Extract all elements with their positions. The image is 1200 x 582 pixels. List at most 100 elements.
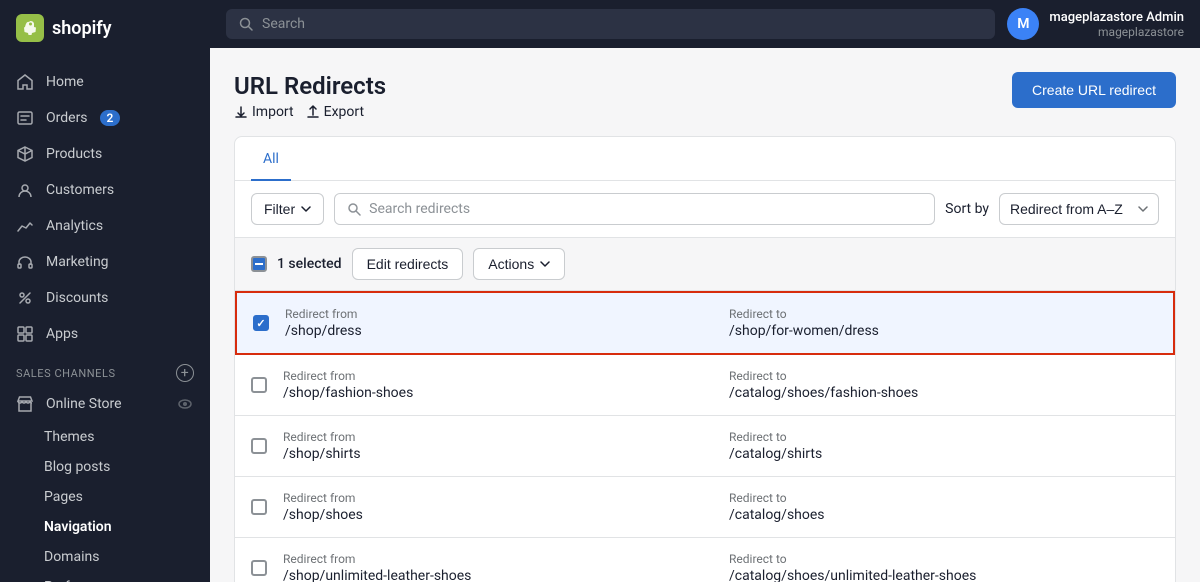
navigation-label: Navigation <box>44 519 112 535</box>
redirect-from-info-1: Redirect from /shop/dress <box>285 307 713 339</box>
search-redirects-placeholder: Search redirects <box>369 201 470 217</box>
sales-channels-label: SALES CHANNELS <box>16 367 116 380</box>
edit-redirects-button[interactable]: Edit redirects <box>352 248 464 280</box>
sidebar-item-orders-label: Orders <box>46 110 88 126</box>
sidebar-subitem-domains[interactable]: Domains <box>0 542 210 572</box>
sidebar-item-apps-label: Apps <box>46 326 78 342</box>
sidebar-item-apps[interactable]: Apps <box>0 316 210 352</box>
row-checkbox-1[interactable] <box>253 315 269 331</box>
page-content: URL Redirects Import Export <box>210 48 1200 582</box>
sidebar-item-analytics[interactable]: Analytics <box>0 208 210 244</box>
analytics-icon <box>16 217 34 235</box>
sidebar-item-discounts[interactable]: Discounts <box>0 280 210 316</box>
sidebar-subitem-pages[interactable]: Pages <box>0 482 210 512</box>
row-checkbox-4[interactable] <box>251 499 267 515</box>
add-sales-channel-btn[interactable]: + <box>176 364 194 382</box>
sidebar-subitem-themes[interactable]: Themes <box>0 422 210 452</box>
redirect-row-1[interactable]: Redirect from /shop/dress Redirect to /s… <box>237 293 1173 353</box>
redirect-to-info-4: Redirect to /catalog/shoes <box>729 491 1159 523</box>
redirect-to-info-3: Redirect to /catalog/shirts <box>729 430 1159 462</box>
export-label: Export <box>324 104 364 120</box>
search-bar[interactable]: Search <box>226 9 995 39</box>
sidebar-item-orders[interactable]: Orders 2 <box>0 100 210 136</box>
redirect-to-info-1: Redirect to /shop/for-women/dress <box>729 307 1157 339</box>
deselect-all-checkbox[interactable] <box>251 256 267 272</box>
apps-icon <box>16 325 34 343</box>
redirect-to-label-5: Redirect to <box>729 552 1159 566</box>
redirect-from-path-1: /shop/dress <box>285 323 713 339</box>
themes-label: Themes <box>44 429 94 445</box>
export-link[interactable]: Export <box>306 104 364 120</box>
sidebar-subitem-preferences[interactable]: Preferences <box>0 572 210 582</box>
user-name: mageplazastore Admin <box>1049 10 1184 25</box>
redirect-from-info-5: Redirect from /shop/unlimited-leather-sh… <box>283 552 713 582</box>
row-checkbox-3[interactable] <box>251 438 267 454</box>
redirect-row-2[interactable]: Redirect from /shop/fashion-shoes Redire… <box>235 355 1175 416</box>
sidebar-item-customers[interactable]: Customers <box>0 172 210 208</box>
online-store-label: Online Store <box>46 396 122 412</box>
sidebar-item-online-store[interactable]: Online Store <box>0 386 210 422</box>
sidebar-item-customers-label: Customers <box>46 182 114 198</box>
blog-posts-label: Blog posts <box>44 459 110 475</box>
redirect-to-info-2: Redirect to /catalog/shoes/fashion-shoes <box>729 369 1159 401</box>
selection-row: 1 selected Edit redirects Actions <box>235 238 1175 291</box>
sidebar-subitem-navigation[interactable]: Navigation <box>0 512 210 542</box>
online-store-view-icon[interactable] <box>176 395 194 413</box>
redirect-from-info-3: Redirect from /shop/shirts <box>283 430 713 462</box>
topbar: Search M mageplazastore Admin mageplazas… <box>210 0 1200 48</box>
redirect-row-5[interactable]: Redirect from /shop/unlimited-leather-sh… <box>235 538 1175 582</box>
sidebar-item-discounts-label: Discounts <box>46 290 108 306</box>
filter-row: Filter Search redirects Sort by Redirect… <box>235 181 1175 238</box>
redirect-from-path-2: /shop/fashion-shoes <box>283 385 713 401</box>
filter-label: Filter <box>264 201 295 217</box>
sort-select[interactable]: Redirect from A–Z <box>999 193 1159 225</box>
search-icon <box>238 16 254 32</box>
actions-label: Actions <box>488 256 534 272</box>
sidebar-item-home-label: Home <box>46 74 84 90</box>
orders-icon <box>16 109 34 127</box>
page-header: URL Redirects Import Export <box>234 72 1176 120</box>
redirect-row-3[interactable]: Redirect from /shop/shirts Redirect to /… <box>235 416 1175 477</box>
create-url-redirect-button[interactable]: Create URL redirect <box>1012 72 1176 108</box>
row-checkbox-2[interactable] <box>251 377 267 393</box>
redirect-from-info-2: Redirect from /shop/fashion-shoes <box>283 369 713 401</box>
tab-all[interactable]: All <box>251 137 291 181</box>
row-checkbox-5[interactable] <box>251 560 267 576</box>
sidebar-item-marketing-label: Marketing <box>46 254 109 270</box>
redirect-to-label-3: Redirect to <box>729 430 1159 444</box>
redirect-to-label-4: Redirect to <box>729 491 1159 505</box>
sidebar-item-products[interactable]: Products <box>0 136 210 172</box>
redirect-row-4[interactable]: Redirect from /shop/shoes Redirect to /c… <box>235 477 1175 538</box>
redirect-to-path-4: /catalog/shoes <box>729 507 1159 523</box>
redirect-from-path-3: /shop/shirts <box>283 446 713 462</box>
filter-button[interactable]: Filter <box>251 193 324 225</box>
sidebar-item-marketing[interactable]: Marketing <box>0 244 210 280</box>
import-icon <box>234 105 248 119</box>
redirect-from-label-1: Redirect from <box>285 307 713 321</box>
redirects-card: All Filter Search redirects Sor <box>234 136 1176 582</box>
user-text: mageplazastore Admin mageplazastore <box>1049 10 1184 39</box>
search-redirects-input[interactable]: Search redirects <box>334 193 935 225</box>
customers-icon <box>16 181 34 199</box>
redirect-to-path-1: /shop/for-women/dress <box>729 323 1157 339</box>
sales-channels-section: SALES CHANNELS + <box>0 352 210 386</box>
shopify-logo-icon <box>16 14 44 42</box>
shopify-logo-text: shopify <box>52 18 112 39</box>
tabs: All <box>235 137 1175 181</box>
redirect-to-label-2: Redirect to <box>729 369 1159 383</box>
main-content: Search M mageplazastore Admin mageplazas… <box>210 0 1200 582</box>
actions-chevron-icon <box>540 261 550 267</box>
redirect-from-path-4: /shop/shoes <box>283 507 713 523</box>
sort-label: Sort by <box>945 201 989 217</box>
redirect-from-info-4: Redirect from /shop/shoes <box>283 491 713 523</box>
shopify-logo[interactable]: shopify <box>16 14 112 42</box>
redirect-from-path-5: /shop/unlimited-leather-shoes <box>283 568 713 582</box>
marketing-icon <box>16 253 34 271</box>
domains-label: Domains <box>44 549 99 565</box>
search-redirects-icon <box>347 202 361 216</box>
import-link[interactable]: Import <box>234 104 294 120</box>
actions-button[interactable]: Actions <box>473 248 565 280</box>
sidebar-item-home[interactable]: Home <box>0 64 210 100</box>
sidebar-subitem-blog-posts[interactable]: Blog posts <box>0 452 210 482</box>
redirect-from-label-3: Redirect from <box>283 430 713 444</box>
